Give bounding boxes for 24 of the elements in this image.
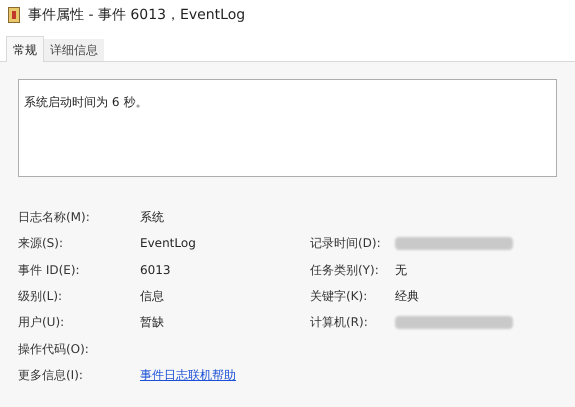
- field-label: 记录时间(D):: [310, 236, 381, 250]
- app-icon: [8, 7, 20, 23]
- field-value: EventLog: [140, 236, 196, 250]
- event-description: 系统启动时间为 6 秒。: [24, 95, 148, 109]
- field-label: 操作代码(O):: [18, 342, 89, 356]
- field-label: 日志名称(M):: [18, 210, 90, 224]
- field-label: 更多信息(I):: [18, 368, 83, 382]
- field-label: 关键字(K):: [310, 289, 368, 304]
- field-label: 用户(U):: [18, 315, 64, 330]
- field-label: 级别(L):: [18, 289, 62, 304]
- field-value: 无: [395, 262, 407, 279]
- field-value: 6013: [140, 262, 171, 277]
- field-label: 事件 ID(E):: [18, 262, 80, 277]
- field-label: 计算机(R):: [310, 315, 368, 330]
- field-label: 来源(S):: [18, 236, 64, 250]
- field-value: 经典: [395, 288, 419, 306]
- tab[interactable]: 详细信息: [44, 39, 104, 61]
- field-value: 暂缺: [140, 315, 164, 330]
- window-title: 事件属性 - 事件 6013，EventLog: [28, 6, 246, 24]
- field-value: 信息: [140, 289, 164, 304]
- help-link[interactable]: 事件日志联机帮助: [140, 368, 236, 382]
- tab[interactable]: 常规: [6, 36, 44, 62]
- field-label: 任务类别(Y):: [310, 262, 379, 277]
- field-value: 系统: [140, 210, 164, 224]
